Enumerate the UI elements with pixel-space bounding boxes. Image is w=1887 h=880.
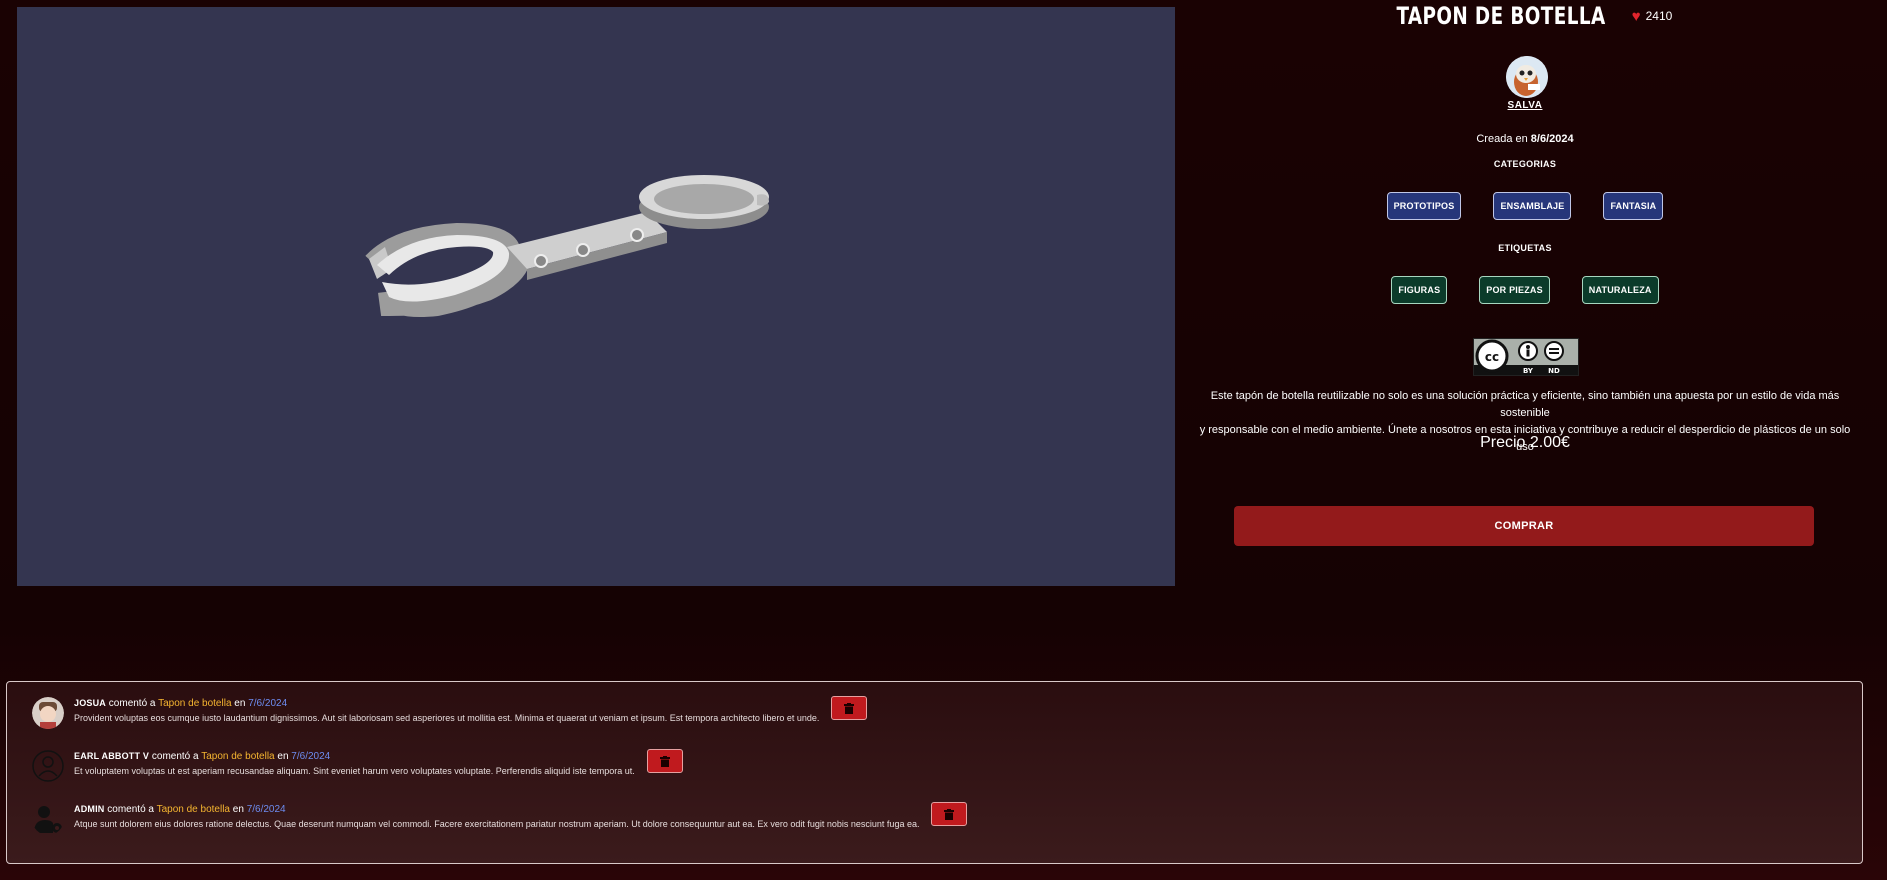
tags-label: ETIQUETAS xyxy=(1498,243,1552,253)
avatar[interactable] xyxy=(1506,56,1548,98)
cc-mark: cc xyxy=(1485,350,1499,364)
comment-body: Atque sunt dolorem eius dolores ratione … xyxy=(74,819,920,829)
admin-avatar[interactable] xyxy=(32,803,64,835)
comment-item: ADMIN comentó a Tapon de botella en 7/6/… xyxy=(32,802,968,835)
delete-comment-button[interactable] xyxy=(831,696,868,720)
categories-label: CATEGORIAS xyxy=(1493,159,1557,169)
created-date: 8/6/2024 xyxy=(1530,133,1574,145)
trash-icon xyxy=(844,702,855,714)
trash-icon xyxy=(944,808,955,820)
comment-body: Et voluptatem voluptas ut est aperiam re… xyxy=(74,766,635,776)
delete-comment-button[interactable] xyxy=(931,802,968,826)
like-count: 2410 xyxy=(1645,9,1673,23)
tag-chip[interactable]: POR PIEZAS xyxy=(1479,276,1550,304)
category-chip[interactable]: FANTASIA xyxy=(1603,192,1664,220)
comment-item: EARL ABBOTT V comentó a Tapon de botella… xyxy=(32,749,683,782)
buy-button[interactable]: COMPRAR xyxy=(1234,506,1814,546)
tag-chip[interactable]: FIGURAS xyxy=(1391,276,1448,304)
price: Precio 2.00€ xyxy=(1480,434,1570,451)
comment-date: 7/6/2024 xyxy=(291,751,331,762)
category-chip[interactable]: ENSAMBLAJE xyxy=(1493,192,1572,220)
title-row: TAPON DE BOTELLA ♥ 2410 xyxy=(1190,2,1860,30)
categories-list: PROTOTIPOS ENSAMBLAJE FANTASIA xyxy=(1190,192,1860,220)
model-viewer[interactable] xyxy=(17,7,1175,586)
license-nd: ND xyxy=(1548,367,1560,375)
bottle-cap-model xyxy=(365,175,769,317)
tag-chip[interactable]: NATURALEZA xyxy=(1581,276,1659,304)
heart-icon[interactable]: ♥ xyxy=(1632,8,1641,25)
comment-verb: comentó a xyxy=(108,698,156,709)
category-chip[interactable]: PROTOTIPOS xyxy=(1386,192,1462,220)
comments-panel: JOSUA comentó a Tapon de botella en 7/6/… xyxy=(6,681,1863,864)
comment-post-link[interactable]: Tapon de botella xyxy=(201,751,274,762)
created-prefix: Creada en xyxy=(1476,133,1528,145)
trash-icon xyxy=(659,755,670,767)
author-name-link[interactable]: SALVA xyxy=(1190,100,1860,111)
comment-user[interactable]: ADMIN xyxy=(74,804,105,814)
comment-date: 7/6/2024 xyxy=(248,698,288,709)
owl-avatar-icon xyxy=(1506,56,1548,98)
creative-commons-icon: cc BY ND xyxy=(1474,339,1578,375)
comment-verb: comentó a xyxy=(151,751,199,762)
creation-date: Creada en 8/6/2024 xyxy=(1190,133,1860,145)
like-button[interactable]: ♥ 2410 xyxy=(1632,8,1673,25)
comment-post-link[interactable]: Tapon de botella xyxy=(158,698,231,709)
user-avatar[interactable] xyxy=(32,750,64,782)
license-badge[interactable]: cc BY ND xyxy=(1473,338,1579,376)
comment-prep: en xyxy=(232,804,244,815)
delete-comment-button[interactable] xyxy=(646,749,683,773)
description-line: Este tapón de botella reutilizable no so… xyxy=(1210,390,1840,419)
comment-verb: comentó a xyxy=(107,804,154,815)
comment-date: 7/6/2024 xyxy=(246,804,286,815)
comment-post-link[interactable]: Tapon de botella xyxy=(157,804,230,815)
tags-list: FIGURAS POR PIEZAS NATURALEZA xyxy=(1190,276,1860,304)
comment-user[interactable]: EARL ABBOTT V xyxy=(74,751,149,761)
comment-prep: en xyxy=(234,698,246,709)
product-title: TAPON DE BOTELLA xyxy=(1396,2,1606,30)
comment-user[interactable]: JOSUA xyxy=(74,698,106,708)
user-avatar[interactable] xyxy=(32,697,64,729)
author-avatar-link[interactable] xyxy=(1506,56,1550,98)
comment-body: Provident voluptas eos cumque iusto laud… xyxy=(74,713,820,723)
license-by: BY xyxy=(1523,367,1534,375)
comment-prep: en xyxy=(277,751,289,762)
comment-item: JOSUA comentó a Tapon de botella en 7/6/… xyxy=(32,696,868,729)
